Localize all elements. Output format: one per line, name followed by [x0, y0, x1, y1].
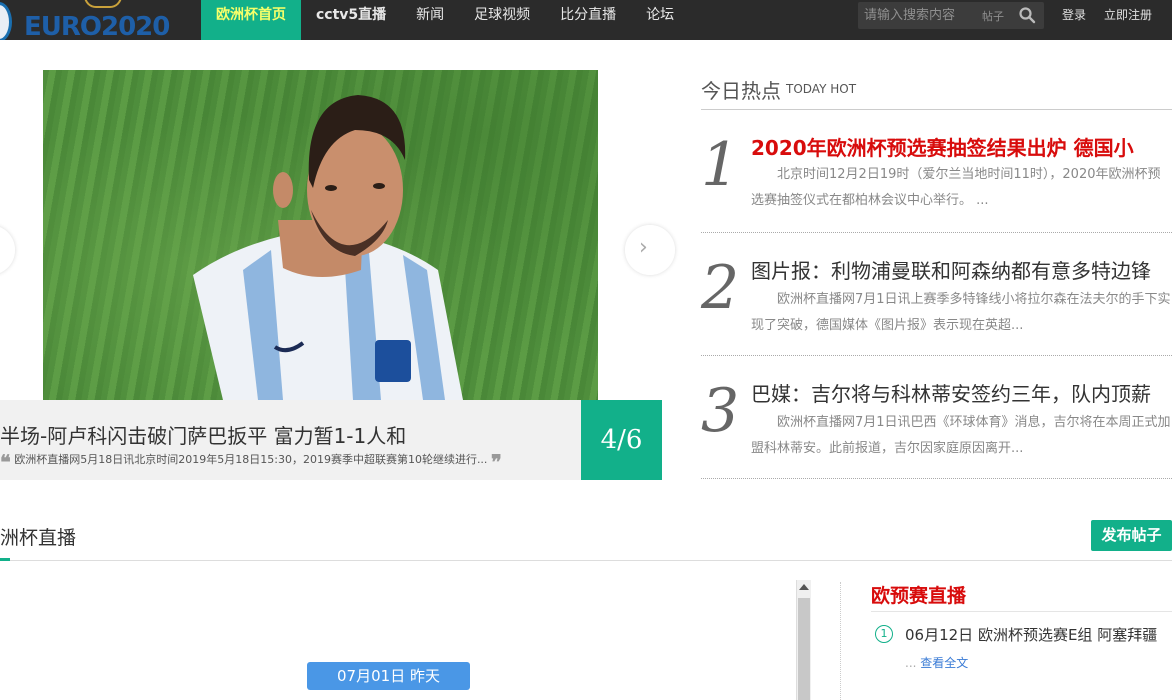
item-number-badge: 1: [875, 625, 893, 643]
today-hot-header: 今日热点 TODAY HOT: [701, 70, 1172, 110]
list-item[interactable]: 1 06月12日 欧洲杯预选赛E组 阿塞拜疆: [871, 622, 1172, 648]
slider-prev-button[interactable]: [0, 225, 15, 275]
slide-caption[interactable]: 半场-阿卢科闪击破门萨巴扳平 富力暂1-1人和 ❝ 欧洲杯直播网5月18日讯北京…: [0, 400, 581, 480]
hot-item-number: 2: [701, 253, 740, 323]
read-more-label[interactable]: 查看全文: [920, 656, 968, 670]
nav-item-news[interactable]: 新闻: [401, 0, 459, 40]
football-player-photo: [193, 95, 463, 400]
open-quote-icon: ❝: [0, 450, 11, 474]
nav-item-cctv5-live[interactable]: cctv5直播: [301, 0, 401, 40]
euro2020-logo[interactable]: EURO2020: [0, 0, 190, 40]
search-box: 帖子: [858, 2, 1044, 29]
hot-item-number: 3: [701, 376, 740, 446]
hot-item: 2 图片报：利物浦曼联和阿森纳都有意多特边锋 欧洲杯直播网7月1日讯上赛季多特锋…: [701, 233, 1172, 356]
search-icon[interactable]: [1018, 6, 1036, 24]
section-title-underline: [0, 558, 10, 561]
more-ellipsis: ...: [905, 656, 917, 670]
nav-item-forum[interactable]: 论坛: [631, 0, 689, 40]
live-section-header: 洲杯直播: [0, 520, 1172, 561]
hot-item-desc: 北京时间12月2日19时（爱尔兰当地时间11时），2020年欧洲杯预选赛抽签仪式…: [751, 167, 1161, 208]
top-nav-bar: EURO2020 欧洲杯首页 cctv5直播 新闻 足球视频 比分直播 论坛 帖…: [0, 0, 1172, 40]
date-tab[interactable]: 07月01日 昨天: [307, 662, 470, 690]
scroll-up-arrow-icon[interactable]: [799, 584, 809, 590]
logo-trophy-icon: [84, 0, 122, 8]
nav-item-home[interactable]: 欧洲杯首页: [201, 0, 301, 40]
today-hot-title-en: TODAY HOT: [786, 82, 857, 96]
slide-caption-title[interactable]: 半场-阿卢科闪击破门萨巴扳平 富力暂1-1人和: [0, 420, 406, 449]
scrollbar-thumb[interactable]: [798, 598, 810, 700]
slide-caption-desc: ❝ 欧洲杯直播网5月18日讯北京时间2019年5月18日15:30，2019赛季…: [0, 450, 575, 474]
hot-item-title[interactable]: 图片报：利物浦曼联和阿森纳都有意多特边锋: [751, 255, 1151, 284]
register-link[interactable]: 立即注册: [1104, 0, 1152, 30]
slider-next-button[interactable]: ›: [625, 225, 675, 275]
hot-item-desc: 欧洲杯直播网7月1日讯上赛季多特锋线小将拉尔森在法夫尔的手下实现了突破，德国媒体…: [751, 292, 1171, 333]
read-more-link[interactable]: ... 查看全文: [905, 654, 968, 671]
nav-item-live-scores[interactable]: 比分直播: [545, 0, 631, 40]
nav-item-football-video[interactable]: 足球视频: [459, 0, 545, 40]
slide-caption-desc-text: 欧洲杯直播网5月18日讯北京时间2019年5月18日15:30，2019赛季中超…: [14, 453, 488, 466]
live-section-title: 洲杯直播: [0, 527, 77, 549]
euro-qualifier-live-title: 欧预赛直播: [871, 580, 1172, 612]
main-nav: 欧洲杯首页 cctv5直播 新闻 足球视频 比分直播 论坛: [201, 0, 689, 40]
close-quote-icon: ❞: [490, 450, 502, 474]
live-list-scrollbar[interactable]: [796, 580, 811, 700]
slide-image[interactable]: [43, 70, 598, 400]
euro-qualifier-live-panel: 欧预赛直播 1 06月12日 欧洲杯预选赛E组 阿塞拜疆 ... 查看全文: [871, 580, 1172, 670]
column-divider: [840, 582, 841, 700]
hot-item-desc: 欧洲杯直播网7月1日讯巴西《环球体育》消息，吉尔将在本周正式加盟科林蒂安。此前报…: [751, 415, 1171, 456]
search-scope-select[interactable]: 帖子: [982, 8, 1004, 24]
hot-item: 3 巴媒：吉尔将与科林蒂安签约三年，队内顶薪 欧洲杯直播网7月1日讯巴西《环球体…: [701, 356, 1172, 479]
today-hot-title: 今日热点: [701, 79, 781, 103]
hot-item-title[interactable]: 2020年欧洲杯预选赛抽签结果出炉 德国小: [751, 132, 1134, 161]
today-hot-panel: 今日热点 TODAY HOT 1 2020年欧洲杯预选赛抽签结果出炉 德国小 北…: [701, 70, 1172, 479]
logo-ball-icon: [0, 2, 12, 40]
search-input[interactable]: [864, 5, 974, 26]
chevron-right-icon: ›: [639, 235, 648, 260]
user-links: 登录 立即注册: [1062, 0, 1152, 30]
news-slider: › 半场-阿卢科闪击破门萨巴扳平 富力暂1-1人和 ❝ 欧洲杯直播网5月18日讯…: [0, 70, 675, 480]
hot-item-title[interactable]: 巴媒：吉尔将与科林蒂安签约三年，队内顶薪: [751, 378, 1151, 407]
login-link[interactable]: 登录: [1062, 0, 1086, 30]
logo-text: EURO2020: [24, 12, 170, 40]
publish-post-button[interactable]: 发布帖子: [1091, 520, 1172, 551]
hot-item-number: 1: [701, 130, 740, 200]
list-item-text[interactable]: 06月12日 欧洲杯预选赛E组 阿塞拜疆: [905, 624, 1157, 645]
hot-item: 1 2020年欧洲杯预选赛抽签结果出炉 德国小 北京时间12月2日19时（爱尔兰…: [701, 110, 1172, 233]
slide-counter: 4/6: [581, 400, 662, 480]
